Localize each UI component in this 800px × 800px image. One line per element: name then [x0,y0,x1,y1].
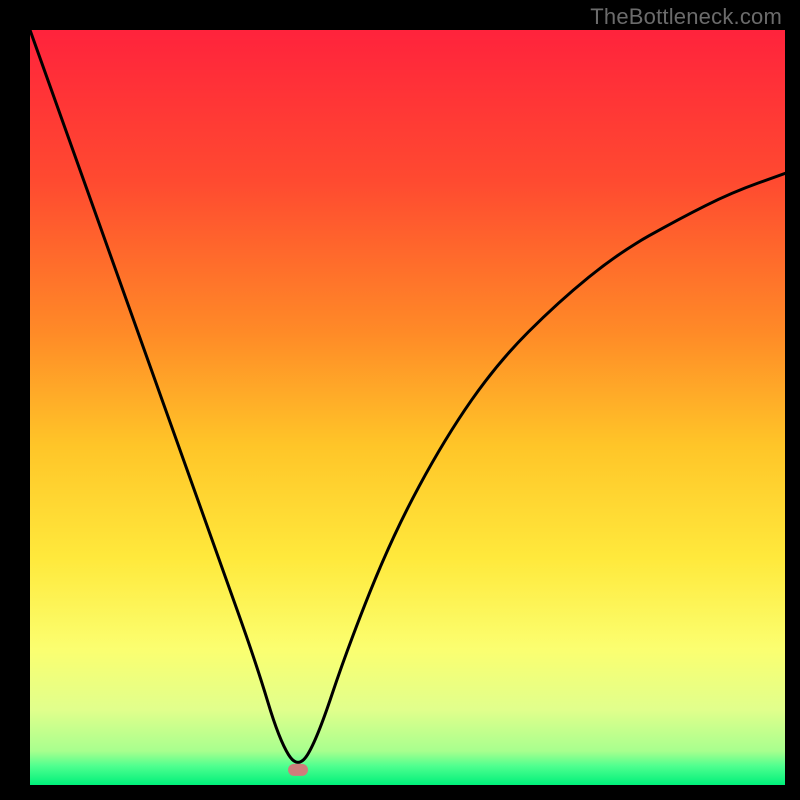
chart-container: TheBottleneck.com [0,0,800,800]
optimal-point-marker [288,764,308,776]
plot-area [30,30,785,785]
chart-background [30,30,785,785]
chart-svg [30,30,785,785]
watermark-text: TheBottleneck.com [590,4,782,30]
